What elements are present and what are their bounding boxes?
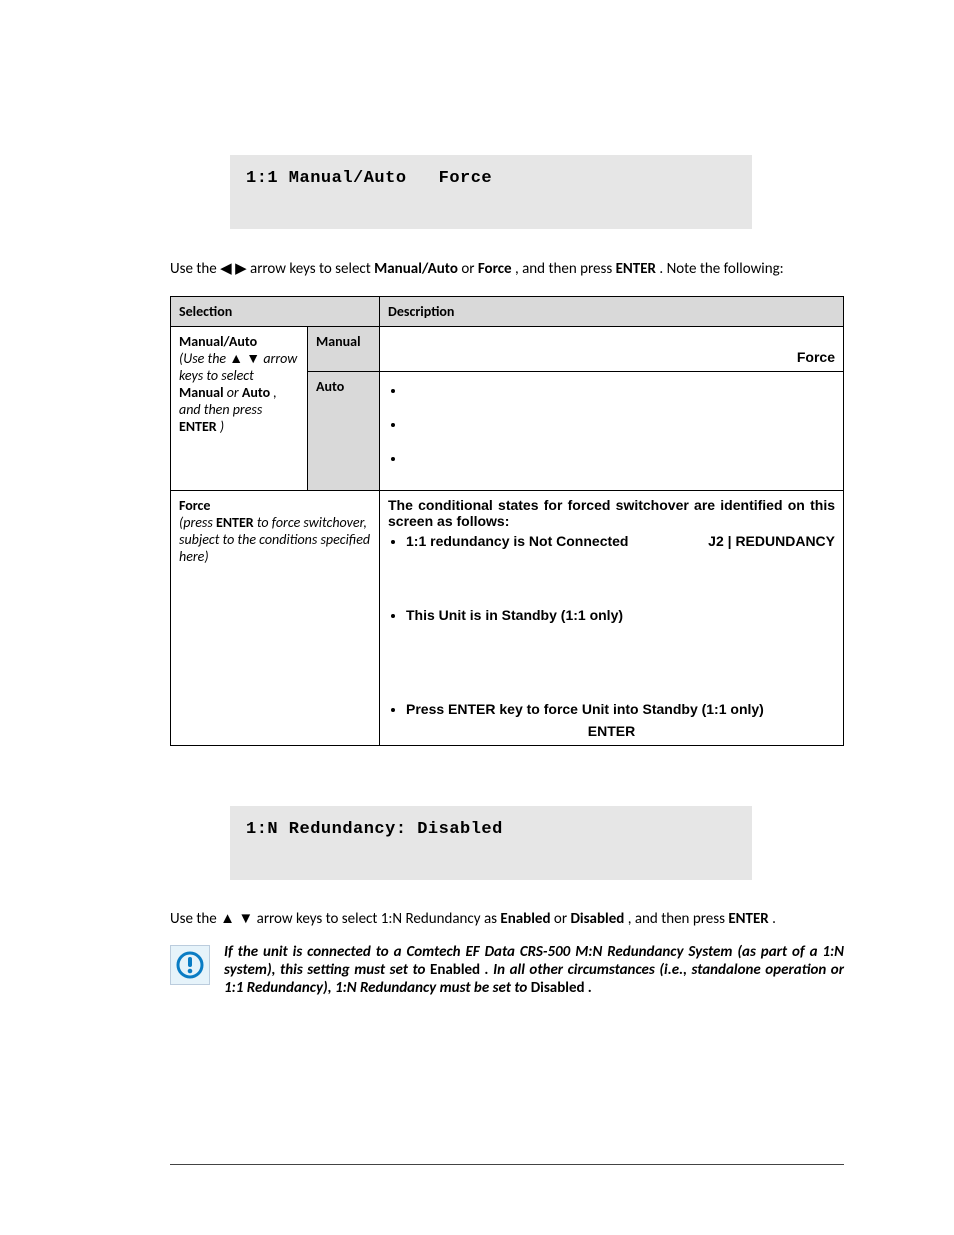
text: Manual/Auto — [179, 333, 257, 350]
mode-manual: Manual — [308, 327, 380, 372]
text: or — [461, 260, 478, 278]
enter-key-text: ENTER — [616, 260, 656, 278]
list-item: This Unit is in Standby (1:1 only) — [406, 607, 835, 683]
text: or — [554, 910, 571, 928]
desc-manual: Force — [380, 327, 844, 372]
text: , and then press — [628, 910, 729, 928]
lcd1-line2 — [246, 188, 736, 207]
text: Manual — [179, 384, 224, 401]
mode-auto: Auto — [308, 372, 380, 491]
text: ENTER — [179, 418, 217, 435]
enabled-text: Enabled — [500, 910, 550, 928]
selection-table: Selection Description Manual/Auto (Use t… — [170, 296, 844, 746]
force-lead: The conditional states for forced switch… — [388, 497, 835, 529]
text: (press — [179, 514, 216, 531]
enter-key-text: ENTER — [728, 910, 768, 928]
header-selection: Selection — [171, 297, 380, 327]
alert-icon — [170, 945, 210, 985]
desc-auto — [380, 372, 844, 491]
intro-paragraph-2: Use the ▲ ▼ arrow keys to select 1:N Red… — [170, 910, 844, 928]
table-header-row: Selection Description — [171, 297, 844, 327]
list-item — [406, 382, 835, 398]
enabled-text: Enabled — [430, 961, 480, 979]
table-row: Force (press ENTER to force switchover, … — [171, 491, 844, 746]
option-manual-auto: Manual/Auto — [374, 260, 458, 278]
list-item: Press ENTER key to force Unit into Stand… — [406, 701, 835, 717]
footer-rule — [170, 1164, 844, 1165]
selection-force: Force (press ENTER to force switchover, … — [171, 491, 380, 746]
table-row: Manual/Auto (Use the ▲ ▼ arrow keys to s… — [171, 327, 844, 372]
bullet-text: 1:1 redundancy is Not Connected — [406, 533, 628, 549]
lcd2-line2 — [246, 839, 736, 858]
list-item — [406, 416, 835, 432]
text: or — [227, 384, 242, 401]
left-arrow-icon: ◀ — [220, 259, 232, 278]
up-arrow-icon: ▲ — [220, 910, 235, 928]
document-page: 1:1 Manual/Auto Force Use the ◀ ▶ arrow … — [0, 0, 954, 1235]
selection-manual-auto: Manual/Auto (Use the ▲ ▼ arrow keys to s… — [171, 327, 308, 491]
down-arrow-icon: ▼ — [238, 910, 253, 928]
force-word: Force — [797, 349, 835, 365]
lcd2-line1: 1:N Redundancy: Disabled — [246, 820, 736, 839]
text: Use the — [170, 260, 220, 278]
text: . — [588, 979, 592, 997]
text: (Use the — [179, 350, 229, 367]
warning-note: If the unit is connected to a Comtech EF… — [170, 943, 844, 997]
text: ENTER — [216, 514, 254, 531]
list-item: 1:1 redundancy is Not Connected J2 | RED… — [406, 533, 835, 589]
option-force: Force — [478, 260, 512, 278]
bullet-text: This Unit is in Standby (1:1 only) — [406, 607, 623, 623]
right-arrow-icon: ▶ — [235, 259, 247, 278]
j2-redundancy: J2 | REDUNDANCY — [708, 533, 835, 549]
text: , and then press — [515, 260, 616, 278]
text: ) — [220, 418, 224, 435]
text: Auto — [242, 384, 270, 401]
lcd1-line1: 1:1 Manual/Auto Force — [246, 169, 736, 188]
text: Force — [179, 497, 210, 514]
enter-centered: ENTER — [588, 723, 635, 739]
disabled-text: Disabled — [531, 979, 585, 997]
disabled-text: Disabled — [570, 910, 624, 928]
up-arrow-icon: ▲ — [229, 350, 243, 367]
text: Use the — [170, 910, 220, 928]
desc-force: The conditional states for forced switch… — [380, 491, 844, 746]
header-description: Description — [380, 297, 844, 327]
note-text: If the unit is connected to a Comtech EF… — [224, 943, 844, 997]
lcd-display-2: 1:N Redundancy: Disabled — [230, 806, 752, 880]
down-arrow-icon: ▼ — [246, 350, 260, 367]
bullet-text: Press ENTER key to force Unit into Stand… — [406, 701, 764, 717]
lcd-display-1: 1:1 Manual/Auto Force — [230, 155, 752, 229]
intro-paragraph-1: Use the ◀ ▶ arrow keys to select Manual/… — [170, 259, 844, 278]
text: . — [772, 910, 776, 928]
list-item — [406, 450, 835, 466]
text: arrow keys to select — [250, 260, 374, 278]
text: . Note the following: — [659, 260, 783, 278]
text: arrow keys to select 1:N Redundancy as — [257, 910, 501, 928]
